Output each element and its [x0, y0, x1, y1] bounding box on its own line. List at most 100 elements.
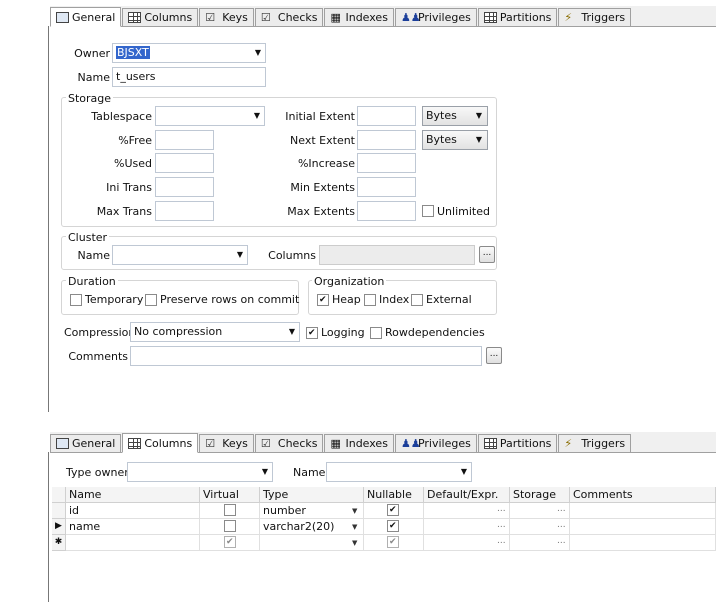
indexes-icon: ▦ — [330, 11, 341, 24]
tab-indexes[interactable]: ▦ Indexes — [324, 434, 394, 452]
type-dropdown-arrow[interactable]: ▼ — [352, 523, 357, 531]
column-header-name[interactable]: Name — [66, 487, 200, 503]
cell-virtual[interactable] — [200, 519, 260, 535]
next-extent-input[interactable] — [357, 130, 416, 150]
type-owner-select[interactable] — [127, 462, 273, 482]
tab-columns[interactable]: Columns — [122, 433, 199, 453]
tab-general[interactable]: General — [50, 434, 122, 452]
tab-label: General — [72, 10, 116, 24]
cell-comments[interactable] — [570, 503, 716, 519]
type-dropdown-arrow[interactable]: ▼ — [352, 507, 357, 515]
max-trans-input[interactable] — [155, 201, 214, 221]
increase-input[interactable] — [357, 153, 416, 173]
tab-columns[interactable]: Columns — [122, 8, 199, 26]
tab-indexes[interactable]: ▦ Indexes — [324, 8, 394, 26]
owner-select[interactable]: BJSXT — [112, 43, 266, 63]
nullable-checkbox[interactable] — [387, 536, 399, 548]
table-name-input[interactable]: t_users — [112, 67, 266, 87]
tab-label: Triggers — [581, 437, 626, 450]
tab-privileges[interactable]: ♟♟ Privileges — [394, 8, 477, 26]
column-header-default[interactable]: Default/Expr. — [424, 487, 510, 503]
tab-checks[interactable]: ☑ Checks — [254, 8, 324, 26]
storage-ellipsis-button[interactable]: ... — [557, 520, 566, 530]
compression-select[interactable]: No compression — [130, 322, 300, 342]
compression-label: Compression — [64, 326, 136, 339]
virtual-checkbox[interactable] — [224, 520, 236, 532]
preserve-rows-checkbox[interactable] — [145, 294, 157, 306]
cell-type[interactable]: varchar2(20) — [260, 519, 364, 535]
cell-comments[interactable] — [570, 519, 716, 535]
tab-partitions[interactable]: Partitions — [477, 434, 558, 452]
cell-comments[interactable] — [570, 535, 716, 551]
cell-nullable[interactable] — [364, 519, 424, 535]
ini-trans-input[interactable] — [155, 177, 214, 197]
general-icon — [56, 438, 69, 449]
tab-triggers[interactable]: ⚡ Triggers — [558, 434, 632, 452]
cluster-name-select[interactable] — [112, 245, 248, 265]
tablespace-select[interactable] — [155, 106, 265, 126]
storage-ellipsis-button[interactable]: ... — [557, 536, 566, 546]
tab-triggers[interactable]: ⚡ Triggers — [558, 8, 632, 26]
column-header-storage[interactable]: Storage — [510, 487, 570, 503]
cell-column-name[interactable]: id — [66, 503, 200, 519]
column-header-comments[interactable]: Comments — [570, 487, 716, 503]
column-header-virtual[interactable]: Virtual — [200, 487, 260, 503]
column-header-type[interactable]: Type — [260, 487, 364, 503]
increase-label: %Increase — [297, 157, 355, 170]
tab-privileges[interactable]: ♟♟ Privileges — [394, 434, 477, 452]
tab-label: Indexes — [345, 437, 388, 450]
virtual-checkbox[interactable] — [224, 536, 236, 548]
external-checkbox[interactable] — [411, 294, 423, 306]
type-name-select[interactable] — [326, 462, 472, 482]
tab-general[interactable]: General — [50, 7, 122, 27]
cluster-columns-label: Columns — [268, 249, 316, 262]
heap-checkbox[interactable] — [317, 294, 329, 306]
logging-checkbox[interactable] — [306, 327, 318, 339]
used-input[interactable] — [155, 153, 214, 173]
free-label: %Free — [118, 134, 152, 147]
storage-ellipsis-button[interactable]: ... — [557, 504, 566, 514]
next-extent-unit-select[interactable]: Bytes — [422, 130, 488, 150]
cell-virtual[interactable] — [200, 535, 260, 551]
index-checkbox[interactable] — [364, 294, 376, 306]
tab-label: Privileges — [417, 11, 471, 24]
cell-column-name[interactable]: name — [66, 519, 200, 535]
comments-input[interactable] — [130, 346, 482, 366]
nullable-checkbox[interactable] — [387, 520, 399, 532]
free-input[interactable] — [155, 130, 214, 150]
rowdependencies-label: Rowdependencies — [385, 326, 485, 339]
cell-type[interactable] — [260, 535, 364, 551]
min-extents-input[interactable] — [357, 177, 416, 197]
tab-partitions[interactable]: Partitions — [477, 8, 558, 26]
default-ellipsis-button[interactable]: ... — [497, 536, 506, 546]
initial-extent-unit-select[interactable]: Bytes — [422, 106, 488, 126]
tab-checks[interactable]: ☑ Checks — [254, 434, 324, 452]
max-extents-input[interactable] — [357, 201, 416, 221]
cell-nullable[interactable] — [364, 503, 424, 519]
default-ellipsis-button[interactable]: ... — [497, 520, 506, 530]
cell-nullable[interactable] — [364, 535, 424, 551]
column-header-nullable[interactable]: Nullable — [364, 487, 424, 503]
cell-column-name[interactable] — [66, 535, 200, 551]
name-label: Name — [77, 71, 110, 84]
virtual-checkbox[interactable] — [224, 504, 236, 516]
keys-icon: ☑ — [205, 437, 216, 450]
cell-virtual[interactable] — [200, 503, 260, 519]
rowdependencies-checkbox[interactable] — [370, 327, 382, 339]
temporary-checkbox[interactable] — [70, 294, 82, 306]
default-ellipsis-button[interactable]: ... — [497, 504, 506, 514]
type-dropdown-arrow[interactable]: ▼ — [352, 539, 357, 547]
tab-keys[interactable]: ☑ Keys — [199, 8, 254, 26]
cell-type[interactable]: number — [260, 503, 364, 519]
cluster-columns-ellipsis-button[interactable]: ... — [479, 246, 495, 263]
comments-ellipsis-button[interactable]: ... — [486, 347, 502, 364]
tab-keys[interactable]: ☑ Keys — [199, 434, 254, 452]
unlimited-checkbox[interactable] — [422, 205, 434, 217]
used-label: %Used — [114, 157, 152, 170]
privileges-icon: ♟♟ — [400, 437, 421, 450]
checks-icon: ☑ — [260, 437, 271, 450]
nullable-checkbox[interactable] — [387, 504, 399, 516]
min-extents-label: Min Extents — [290, 181, 355, 194]
initial-extent-input[interactable] — [357, 106, 416, 126]
storage-title: Storage — [66, 92, 114, 105]
